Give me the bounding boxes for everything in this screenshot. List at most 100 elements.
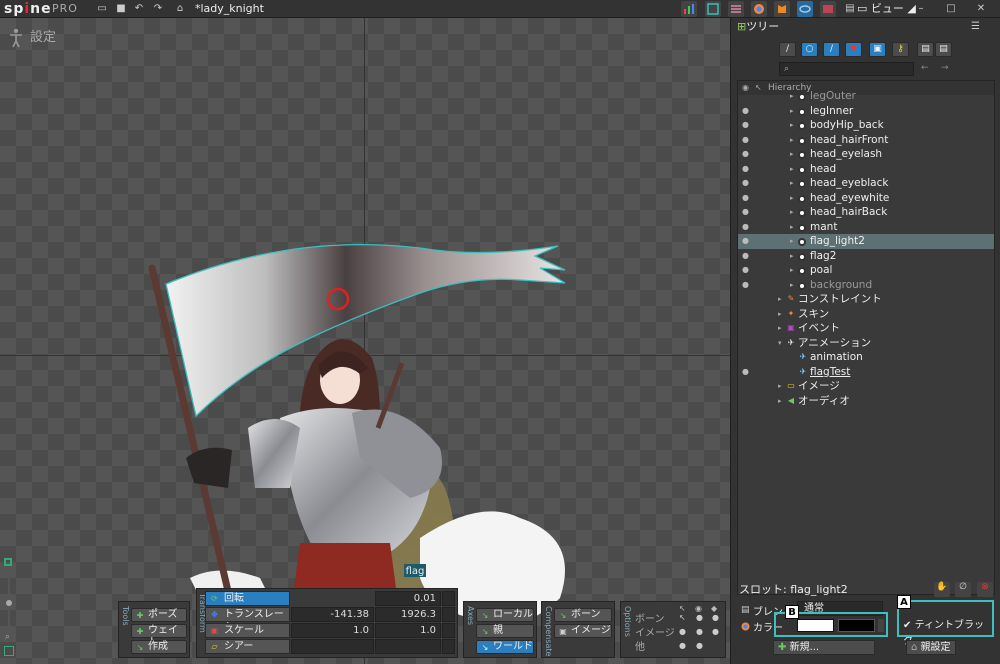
- tree-search-input[interactable]: ⌕: [779, 62, 914, 76]
- tree-row[interactable]: ● ▸ bodyHip_back: [738, 118, 994, 133]
- filter-attachments-icon[interactable]: ∕: [823, 42, 840, 57]
- translate-lock[interactable]: [442, 607, 455, 622]
- compensate-image-button[interactable]: ▣ イメージ: [554, 624, 612, 638]
- visibility-dot-icon[interactable]: ●: [742, 249, 749, 264]
- expand-arrow-icon[interactable]: ▸: [790, 133, 794, 148]
- tree-row[interactable]: ▸ ✦ スキン: [738, 307, 994, 322]
- world-axis-button[interactable]: ↘ ワールド: [476, 640, 534, 654]
- expand-arrow-icon[interactable]: ▸: [790, 147, 794, 162]
- scale-lock[interactable]: [442, 623, 455, 638]
- tree-menu-icon[interactable]: ☰: [971, 21, 980, 32]
- tree-row[interactable]: ● ▸ head_hairFront: [738, 133, 994, 148]
- maximize-icon[interactable]: □: [945, 3, 957, 15]
- visibility-dot-icon[interactable]: ●: [742, 176, 749, 191]
- zoom-fit-icon[interactable]: [4, 558, 12, 566]
- save-icon[interactable]: ■: [115, 3, 127, 15]
- tree-row[interactable]: ● ▸ head_eyewhite: [738, 191, 994, 206]
- expand-arrow-icon[interactable]: ▸: [790, 118, 794, 133]
- tree-row[interactable]: ▸ ◀ オーディオ: [738, 394, 994, 409]
- paste-icon[interactable]: ▤: [935, 42, 952, 57]
- create-button[interactable]: ↘ 作成: [131, 640, 187, 654]
- skin-view-icon[interactable]: [774, 1, 790, 17]
- mesh-view-icon[interactable]: [705, 1, 721, 17]
- scale-y-value[interactable]: 1.0: [375, 623, 441, 638]
- search-next-icon[interactable]: →: [941, 63, 949, 73]
- frame-icon[interactable]: [4, 646, 14, 656]
- rotate-value[interactable]: 0.01: [375, 591, 441, 606]
- visibility-dot-icon[interactable]: ●: [742, 118, 749, 133]
- tree-row[interactable]: ● ▸ head_hairBack: [738, 205, 994, 220]
- rotate-button[interactable]: ⟳ 回転: [205, 591, 290, 606]
- tree-row[interactable]: ● ▸ head_eyelash: [738, 147, 994, 162]
- shear-button[interactable]: ▱ シアー: [205, 639, 290, 654]
- expand-arrow-icon[interactable]: ▸: [778, 394, 782, 409]
- tree-row[interactable]: ● ▸ poal: [738, 263, 994, 278]
- visibility-dot-icon[interactable]: ●: [742, 162, 749, 177]
- undo-icon[interactable]: ↶: [133, 3, 145, 15]
- translate-x-value[interactable]: -141.38: [291, 607, 374, 622]
- expand-arrow-icon[interactable]: ▸: [790, 263, 794, 278]
- compensate-bone-button[interactable]: ↘ ボーン: [554, 608, 612, 622]
- tree-row[interactable]: ● ✈ flagTest: [738, 365, 994, 380]
- expand-arrow-icon[interactable]: ▸: [778, 292, 782, 307]
- viewport[interactable]: 設定 flag ⌕ Tools ✚ ポーズ ✚ ウェイ ↘ 作成 Transfo…: [0, 18, 730, 664]
- visibility-dot-icon[interactable]: ●: [742, 147, 749, 162]
- visibility-dot-icon[interactable]: ●: [742, 365, 749, 380]
- visibility-dot-icon[interactable]: ●: [742, 205, 749, 220]
- weight-button[interactable]: ✚ウェイト: [131, 624, 187, 648]
- options-image-name-toggle[interactable]: ●: [712, 627, 719, 636]
- expand-arrow-icon[interactable]: ▾: [778, 336, 782, 351]
- tree-row[interactable]: ▸ ✎ コンストレイント: [738, 292, 994, 307]
- expand-arrow-icon[interactable]: ▸: [778, 321, 782, 336]
- zoom-handle[interactable]: [6, 600, 12, 606]
- layout-icon[interactable]: ▤: [844, 3, 856, 15]
- visibility-dot-icon[interactable]: ●: [742, 133, 749, 148]
- filter-pin-icon[interactable]: ▼: [845, 42, 862, 57]
- shear-lock[interactable]: [442, 639, 455, 654]
- redo-icon[interactable]: ↷: [152, 3, 164, 15]
- expand-arrow-icon[interactable]: ▸: [790, 89, 794, 104]
- options-image-visible-toggle[interactable]: ●: [696, 627, 703, 636]
- visibility-dot-icon[interactable]: ●: [742, 234, 749, 249]
- slot-key-icon[interactable]: ✋: [934, 582, 950, 597]
- set-parent-button[interactable]: ⌂ 親設定: [906, 640, 956, 655]
- shear-x-value[interactable]: [291, 639, 374, 654]
- expand-arrow-icon[interactable]: ▸: [790, 191, 794, 206]
- options-image-select-toggle[interactable]: ●: [679, 627, 686, 636]
- tree-row[interactable]: ✈ animation: [738, 350, 994, 365]
- visibility-dot-icon[interactable]: ●: [742, 220, 749, 235]
- tree-row[interactable]: ● ▸ background: [738, 278, 994, 293]
- open-folder-icon[interactable]: ▭: [96, 3, 108, 15]
- pose-button[interactable]: ✚ ポーズ: [131, 608, 187, 622]
- character-artwork[interactable]: flag: [0, 18, 730, 664]
- visibility-dot-icon[interactable]: ●: [742, 263, 749, 278]
- tree-row[interactable]: ▸ ▣ イベント: [738, 321, 994, 336]
- color-wheel-icon[interactable]: [751, 1, 767, 17]
- parent-axis-button[interactable]: ↘ 親: [476, 624, 534, 638]
- slot-delete-icon[interactable]: ⊗: [977, 582, 993, 597]
- export-icon[interactable]: ⌂: [174, 3, 186, 15]
- options-bone-name-toggle[interactable]: ●: [712, 613, 719, 622]
- images-view-icon[interactable]: [820, 1, 836, 17]
- filter-frame-icon[interactable]: ▣: [869, 42, 886, 57]
- translate-y-value[interactable]: 1926.3: [375, 607, 441, 622]
- expand-arrow-icon[interactable]: ▸: [790, 234, 794, 249]
- visibility-dot-icon[interactable]: ●: [742, 278, 749, 293]
- filter-key-icon[interactable]: ⚷: [892, 42, 909, 57]
- close-icon[interactable]: ✕: [975, 3, 987, 15]
- copy-icon[interactable]: ▤: [917, 42, 934, 57]
- expand-arrow-icon[interactable]: ▸: [790, 162, 794, 177]
- filter-slots-icon[interactable]: ○: [801, 42, 818, 57]
- zoom-magnifier-icon[interactable]: ⌕: [5, 632, 10, 642]
- tree-row[interactable]: ● ▸ head: [738, 162, 994, 177]
- expand-arrow-icon[interactable]: ▸: [790, 205, 794, 220]
- options-other-select-toggle[interactable]: ●: [679, 641, 686, 650]
- tree-row[interactable]: ● ▸ legInner: [738, 104, 994, 119]
- tree-row[interactable]: ● ▸ mant: [738, 220, 994, 235]
- options-bone-select-toggle[interactable]: ↖: [679, 613, 686, 622]
- visibility-dot-icon[interactable]: ●: [742, 191, 749, 206]
- dopesheet-view-icon[interactable]: [728, 1, 744, 17]
- graph-view-icon[interactable]: [681, 1, 697, 17]
- expand-arrow-icon[interactable]: ▸: [790, 104, 794, 119]
- scale-button[interactable]: ▣ スケール: [205, 623, 290, 638]
